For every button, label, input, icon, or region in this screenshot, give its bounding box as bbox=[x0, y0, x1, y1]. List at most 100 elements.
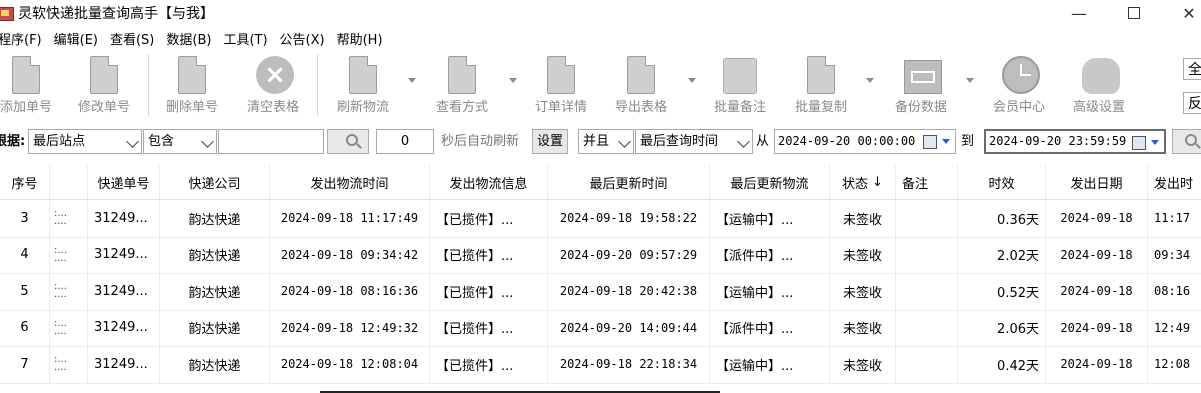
refresh-logistics-button[interactable]: 刷新物流 bbox=[323, 50, 403, 120]
last-update-time: 2024-09-20 14:09:44 bbox=[548, 309, 710, 346]
batch-copy-button[interactable]: 批量复制 bbox=[781, 50, 861, 120]
order-detail-button[interactable]: 订单详情 bbox=[521, 50, 601, 120]
document-icon bbox=[12, 56, 40, 94]
calendar-icon bbox=[923, 135, 937, 149]
window-title: 灵软快递批量查询高手【与我】 bbox=[18, 6, 214, 22]
menu-help[interactable]: 帮助(H) bbox=[331, 29, 389, 48]
last-update-time: 2024-09-18 22:18:34 bbox=[548, 346, 710, 383]
menu-view[interactable]: 查看(S) bbox=[104, 29, 160, 48]
maximize-button[interactable] bbox=[1111, 0, 1157, 26]
minimize-button[interactable]: — bbox=[1056, 0, 1102, 26]
status-cell: 未签收 bbox=[830, 273, 896, 310]
menu-edit[interactable]: 编辑(E) bbox=[48, 29, 104, 48]
close-button[interactable]: ✕ bbox=[1166, 0, 1201, 26]
menu-tools[interactable]: 工具(T) bbox=[217, 29, 273, 48]
menu-program[interactable]: 程序(F) bbox=[0, 29, 48, 48]
date-from-picker[interactable]: 2024-09-20 00:00:00 bbox=[774, 129, 956, 154]
courier-company: 韵达快递 bbox=[160, 309, 270, 346]
search-button[interactable] bbox=[327, 129, 369, 154]
from-label: 从 bbox=[756, 134, 770, 149]
table-row[interactable]: 4:....... 31249... 韵达快递 2024-09-18 09:34:42… bbox=[0, 236, 1201, 274]
ship-date: 2024-09-18 bbox=[1046, 273, 1148, 310]
export-dropdown-icon[interactable] bbox=[688, 78, 696, 84]
menu-data[interactable]: 数据(B) bbox=[160, 29, 217, 48]
set-button[interactable]: 设置 bbox=[532, 129, 568, 154]
chevron-down-icon bbox=[737, 135, 750, 148]
last-update-info: 【运输中】... bbox=[710, 346, 830, 383]
elapsed-days: 2.02天 bbox=[958, 236, 1046, 273]
column-header[interactable]: 时效 bbox=[958, 165, 1046, 199]
table-row[interactable]: 7:....... 31249... 韵达快递 2024-09-18 12:08:04… bbox=[0, 346, 1201, 384]
column-header[interactable]: 备注 bbox=[896, 165, 958, 199]
refresh-interval-input[interactable]: 0 bbox=[376, 129, 434, 154]
ship-date: 2024-09-18 bbox=[1046, 236, 1148, 273]
row-index: 5 bbox=[0, 273, 50, 310]
chevron-down-icon bbox=[126, 135, 139, 148]
backup-icon bbox=[904, 60, 942, 94]
ship-date: 2024-09-18 bbox=[1046, 346, 1148, 383]
refresh-icon bbox=[349, 56, 377, 94]
column-header[interactable] bbox=[50, 165, 88, 199]
add-tracking-button[interactable]: 添加单号 bbox=[0, 50, 66, 120]
tracking-number: 31249... bbox=[88, 346, 160, 383]
ship-date: 2024-09-18 bbox=[1046, 309, 1148, 346]
column-header[interactable]: 序号 bbox=[0, 165, 50, 199]
column-header[interactable]: 发出日期 bbox=[1046, 165, 1148, 199]
last-update-time: 2024-09-18 20:42:38 bbox=[548, 273, 710, 310]
last-update-info: 【派件中】... bbox=[710, 309, 830, 346]
chevron-down-icon bbox=[1151, 140, 1159, 145]
table-row[interactable]: 6:....... 31249... 韵达快递 2024-09-18 12:49:32… bbox=[0, 309, 1201, 347]
filter-field-select[interactable]: 最后站点 bbox=[28, 129, 142, 154]
column-header-status[interactable]: 状态 ↓ bbox=[830, 165, 896, 199]
invert-selection-button[interactable]: 反 bbox=[1183, 92, 1201, 114]
time-field-select[interactable]: 最后查询时间 bbox=[635, 129, 753, 154]
date-to-picker[interactable]: 2024-09-20 23:59:59 bbox=[984, 129, 1166, 154]
member-center-button[interactable]: 会员中心 bbox=[979, 50, 1059, 120]
row-marker: :....... bbox=[50, 236, 88, 273]
ship-info: 【已揽件】... bbox=[430, 200, 548, 237]
tracking-number: 31249... bbox=[88, 273, 160, 310]
elapsed-days: 0.36天 bbox=[958, 200, 1046, 237]
column-header[interactable]: 发出物流时间 bbox=[270, 165, 430, 199]
sort-arrow-icon: ↓ bbox=[872, 174, 883, 190]
filter-operator-select[interactable]: 包含 bbox=[143, 129, 217, 154]
table-row[interactable]: 3:....... 31249... 韵达快递 2024-09-18 11:17:49… bbox=[0, 200, 1201, 238]
ship-time: 2024-09-18 09:34:42 bbox=[270, 236, 430, 273]
courier-company: 韵达快递 bbox=[160, 273, 270, 310]
table-row[interactable]: 5:....... 31249... 韵达快递 2024-09-18 08:16:36… bbox=[0, 273, 1201, 311]
column-header[interactable]: 快递单号 bbox=[88, 165, 160, 199]
column-header[interactable]: 快递公司 bbox=[160, 165, 270, 199]
row-index: 7 bbox=[0, 346, 50, 383]
filter-keyword-input[interactable] bbox=[218, 129, 324, 154]
batch-note-button[interactable]: 批量备注 bbox=[700, 50, 780, 120]
ship-time-short: 12:49 bbox=[1148, 310, 1201, 347]
search-go-button[interactable] bbox=[1172, 129, 1201, 154]
select-all-button[interactable]: 全 bbox=[1183, 58, 1201, 80]
refresh-dropdown-icon[interactable] bbox=[408, 78, 416, 84]
ship-time: 2024-09-18 12:08:04 bbox=[270, 346, 430, 383]
row-index: 6 bbox=[0, 309, 50, 346]
backup-dropdown-icon[interactable] bbox=[966, 78, 974, 84]
column-header[interactable]: 最后更新物流 bbox=[710, 165, 830, 199]
app-logo-icon bbox=[0, 5, 14, 21]
menu-announcement[interactable]: 公告(X) bbox=[274, 29, 331, 48]
edit-tracking-button[interactable]: 修改单号 bbox=[64, 50, 144, 120]
chevron-down-icon bbox=[942, 139, 950, 144]
column-header[interactable]: 发出物流信息 bbox=[430, 165, 548, 199]
copy-dropdown-icon[interactable] bbox=[866, 78, 874, 84]
partial-row bbox=[0, 383, 1201, 393]
ship-date: 2024-09-18 bbox=[1046, 200, 1148, 237]
ship-info: 【已揽件】... bbox=[430, 309, 548, 346]
view-mode-button[interactable]: 查看方式 bbox=[422, 50, 502, 120]
column-header[interactable]: 最后更新时间 bbox=[548, 165, 710, 199]
column-header[interactable]: 发出时 bbox=[1148, 165, 1201, 199]
backup-data-button[interactable]: 备份数据 bbox=[881, 50, 961, 120]
clear-table-button[interactable]: × 清空表格 bbox=[233, 50, 313, 120]
elapsed-days: 2.06天 bbox=[958, 309, 1046, 346]
view-dropdown-icon[interactable] bbox=[509, 78, 517, 84]
logic-select[interactable]: 并且 bbox=[578, 129, 634, 154]
export-table-button[interactable]: 导出表格 bbox=[601, 50, 681, 120]
delete-tracking-button[interactable]: 删除单号 bbox=[152, 50, 232, 120]
ship-time: 2024-09-18 12:49:32 bbox=[270, 309, 430, 346]
advanced-settings-button[interactable]: 高级设置 bbox=[1059, 50, 1139, 120]
